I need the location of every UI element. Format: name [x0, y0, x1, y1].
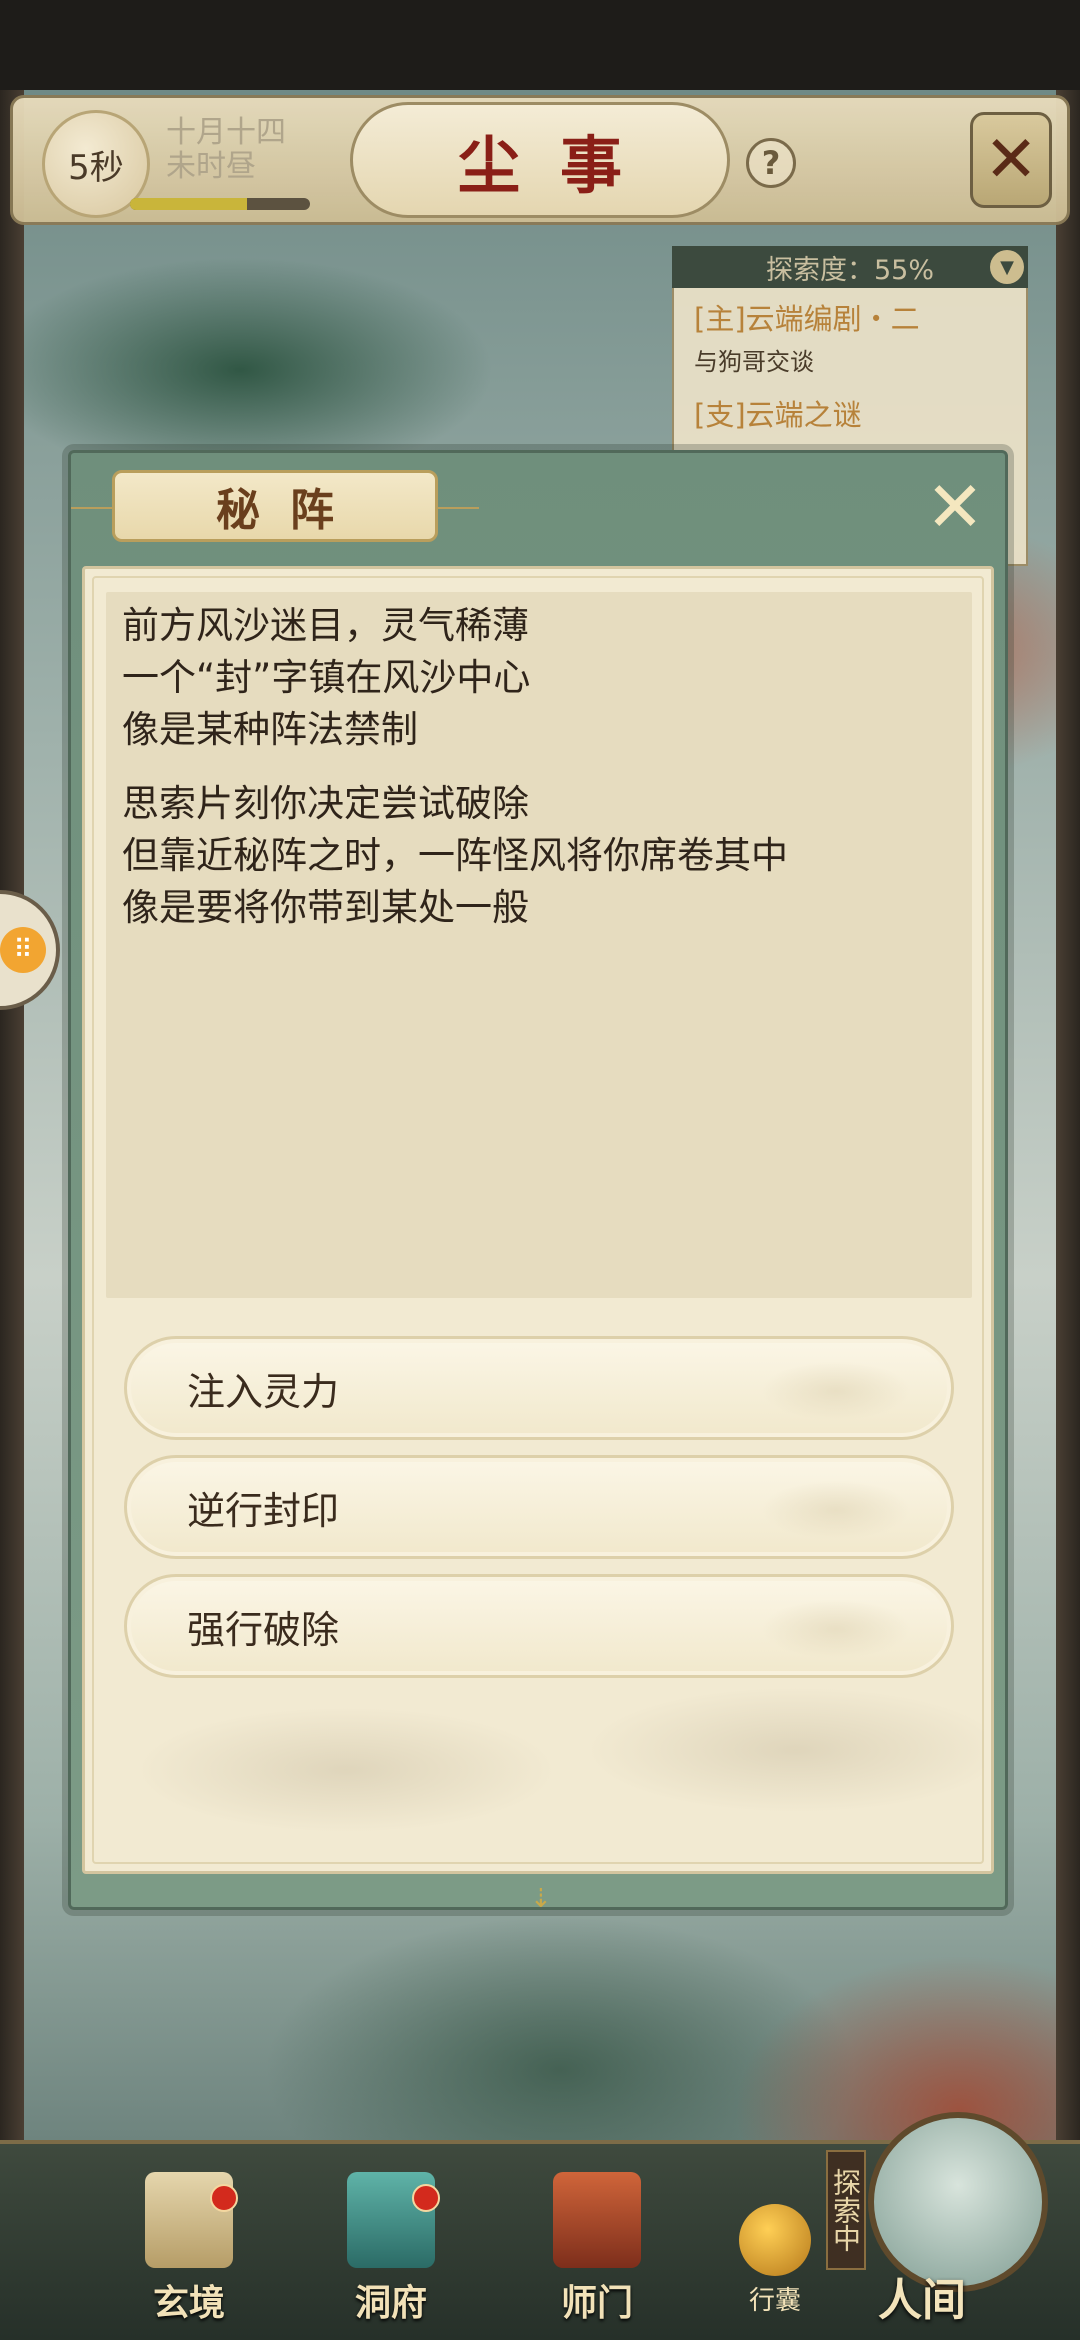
nav-item-dongfu[interactable]: 洞府: [326, 2172, 456, 2332]
story-line: 前方风沙迷目，灵气稀薄: [122, 604, 529, 647]
bag-label: 行囊: [748, 2286, 801, 2316]
close-icon: ✕: [925, 466, 985, 548]
right-frame: [1056, 90, 1080, 2250]
quest-item-side[interactable]: [支]云端之谜: [694, 392, 862, 434]
crossed-swords-icon: ✕: [984, 123, 1038, 197]
mountain-mist-decoration: [96, 1680, 984, 1860]
quest-item-main[interactable]: [主]云端编剧・二 与狗哥交谈: [694, 296, 920, 377]
scroll-down-icon: ⇣: [530, 1884, 552, 1914]
option-force-break-button[interactable]: 强行破除: [124, 1574, 954, 1678]
money-bag-icon: [739, 2204, 811, 2276]
story-text-box: 前方风沙迷目，灵气稀薄 一个“封”字镇在风沙中心 像是某种阵法禁制 思索片刻你决…: [106, 592, 972, 1298]
left-frame: [0, 90, 24, 2250]
timer-text: 5秒: [68, 147, 124, 188]
quest-title: [主]云端编剧・二: [694, 302, 920, 336]
story-line: 但靠近秘阵之时，一阵怪风将你席卷其中: [122, 834, 788, 877]
quest-panel-header[interactable]: 探索度：55% ▼: [672, 246, 1028, 288]
quest-desc: 与狗哥交谈: [694, 348, 814, 376]
dialog-close-button[interactable]: ✕: [918, 470, 992, 544]
quest-title: [支]云端之谜: [694, 398, 862, 432]
dialog-title: 秘阵: [71, 470, 479, 542]
banner-icon: [553, 2172, 641, 2268]
story-line: 像是要将你带到某处一般: [122, 886, 529, 929]
explore-progress-label: 探索度：55%: [765, 254, 934, 286]
story-line: 一个“封”字镇在风沙中心: [122, 656, 531, 699]
game-date: 十月十四 未时昼: [166, 116, 286, 184]
time-progress-bar: [130, 198, 310, 210]
story-line: 像是某种阵法禁制: [122, 708, 418, 751]
chevron-down-icon[interactable]: ▼: [990, 250, 1024, 284]
option-inject-spirit-button[interactable]: 注入灵力: [124, 1336, 954, 1440]
notification-badge: [210, 2184, 238, 2212]
page-title: 尘事: [350, 102, 730, 218]
notification-badge: [412, 2184, 440, 2212]
world-label: 人间: [878, 2275, 966, 2326]
help-button[interactable]: ?: [746, 138, 796, 188]
nav-item-bag[interactable]: 行囊: [720, 2204, 830, 2324]
top-close-button[interactable]: ✕: [970, 112, 1052, 208]
nav-label: 师门: [560, 2282, 633, 2324]
nav-item-xuanjing[interactable]: 玄境: [124, 2172, 254, 2332]
time-progress-fill: [130, 198, 247, 210]
date-line-2: 未时昼: [166, 149, 256, 184]
exploring-status-tag: 探索中: [826, 2150, 866, 2270]
option-reverse-seal-button[interactable]: 逆行封印: [124, 1455, 954, 1559]
story-line: 思索片刻你决定尝试破除: [122, 782, 529, 825]
nav-label: 玄境: [152, 2282, 225, 2324]
date-line-1: 十月十四: [166, 115, 286, 150]
nav-label: 洞府: [354, 2282, 427, 2324]
gamepad-icon: ⠿: [0, 927, 46, 973]
nav-item-shimen[interactable]: 师门: [532, 2172, 662, 2332]
